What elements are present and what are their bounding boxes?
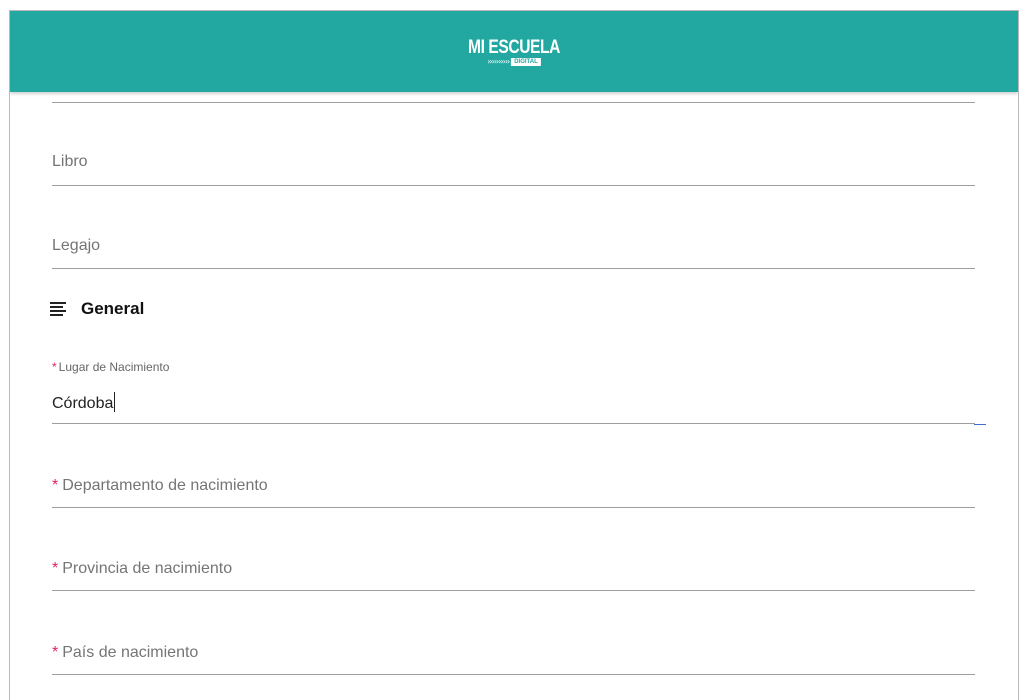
section-title: General [81,299,145,318]
general-section-header: General [50,299,144,319]
provincia-label-text: Provincia de nacimiento [62,560,233,577]
app-window: MI ESCUELA ›››››››››› DIGITAL Libro Lega… [9,10,1019,700]
lugar-nacimiento-value: Córdoba [52,395,114,412]
libro-underline [52,185,975,186]
legajo-label: Legajo [52,237,101,254]
libro-label: Libro [52,153,88,170]
required-mark: * [52,360,57,374]
legajo-underline [52,268,975,269]
required-mark: * [52,644,59,661]
logo-subline: ›››››››››› DIGITAL [487,58,541,66]
pais-label-text: País de nacimiento [62,644,199,661]
field-underline-top [52,102,975,103]
required-mark: * [52,560,59,577]
focus-underline-accent [974,424,986,425]
lugar-nacimiento-input[interactable]: Córdoba [52,392,116,413]
text-caret [114,392,116,412]
lugar-nacimiento-underline [52,423,975,424]
logo-subtext: DIGITAL [511,58,541,66]
departamento-underline [52,507,975,508]
lugar-nacimiento-label: * Lugar de Nacimiento [52,360,169,374]
chevrons-icon: ›››››››››› [487,57,510,66]
mi-escuela-logo[interactable]: MI ESCUELA ›››››››››› DIGITAL [458,38,570,66]
pais-underline [52,674,975,675]
required-mark: * [52,477,59,494]
departamento-label-text: Departamento de nacimiento [62,477,268,494]
app-header: MI ESCUELA ›››››››››› DIGITAL [10,11,1018,92]
provincia-underline [52,590,975,591]
lugar-nacimiento-label-text: Lugar de Nacimiento [58,360,170,374]
departamento-label: * Departamento de nacimiento [52,477,268,495]
logo-text: MI ESCUELA [468,37,560,58]
form-content: Libro Legajo General * Lugar de Nacimient… [10,11,1018,700]
subject-lines-icon [50,301,66,317]
pais-label: * País de nacimiento [52,644,198,662]
provincia-label: * Provincia de nacimiento [52,560,232,578]
